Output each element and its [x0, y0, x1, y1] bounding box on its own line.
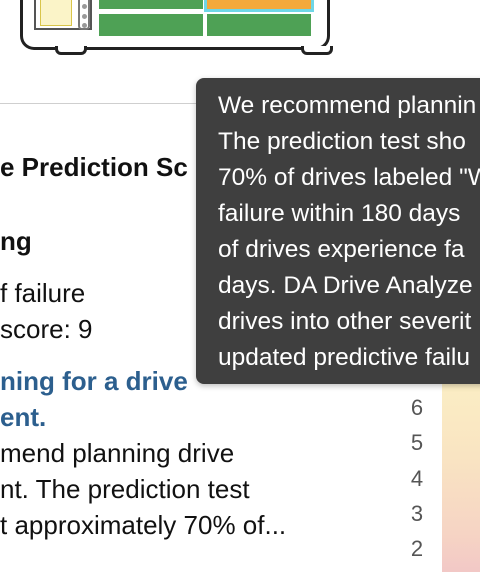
prediction-score-title: e Prediction Sc	[0, 152, 188, 182]
drive-bay-4[interactable]	[207, 14, 311, 36]
prediction-score-value: score: 9	[0, 314, 93, 344]
score-axis-label: 5	[410, 430, 424, 455]
led-indicator	[82, 23, 87, 28]
tooltip-line: drives into other severit	[218, 308, 472, 335]
section-divider	[0, 103, 200, 104]
tooltip-line: failure within 180 days	[218, 200, 461, 227]
recommendation-description: t approximately 70% of...	[0, 510, 287, 540]
score-axis-label: 6	[410, 395, 424, 420]
led-indicator	[82, 14, 87, 19]
nas-display-icon	[40, 0, 72, 26]
tooltip-line: updated predictive failu	[218, 344, 470, 371]
severity-label: ng	[0, 226, 32, 256]
tooltip-line: 70% of drives labeled "W	[218, 164, 480, 191]
recommendation-description: nt. The prediction test	[0, 474, 250, 504]
nas-device-illustration	[20, 0, 333, 55]
drive-bay-1[interactable]	[99, 0, 203, 9]
tooltip-line: The prediction test sho	[218, 128, 466, 155]
nas-foot	[301, 46, 333, 55]
tooltip-line: We recommend plannin	[218, 92, 477, 119]
score-axis-label: 4	[410, 466, 424, 491]
score-heat-bar	[442, 380, 480, 572]
score-axis-label: 2	[410, 536, 424, 561]
score-axis-label: 3	[410, 501, 424, 526]
recommendation-link[interactable]: ent.	[0, 402, 46, 433]
tooltip-line: of drives experience fa	[218, 236, 465, 263]
recommendation-link[interactable]: ning for a drive	[0, 366, 188, 397]
drive-bay-2-selected[interactable]	[204, 0, 314, 12]
recommendation-tooltip: We recommend plannin The prediction test…	[196, 78, 480, 384]
tooltip-line: days. DA Drive Analyze	[218, 272, 473, 299]
nas-indicator-lights	[78, 0, 90, 30]
failure-risk-label: f failure	[0, 278, 86, 308]
drive-bay-3[interactable]	[99, 14, 203, 36]
recommendation-description: mend planning drive	[0, 438, 235, 468]
led-indicator	[82, 4, 87, 9]
nas-foot	[55, 46, 87, 55]
